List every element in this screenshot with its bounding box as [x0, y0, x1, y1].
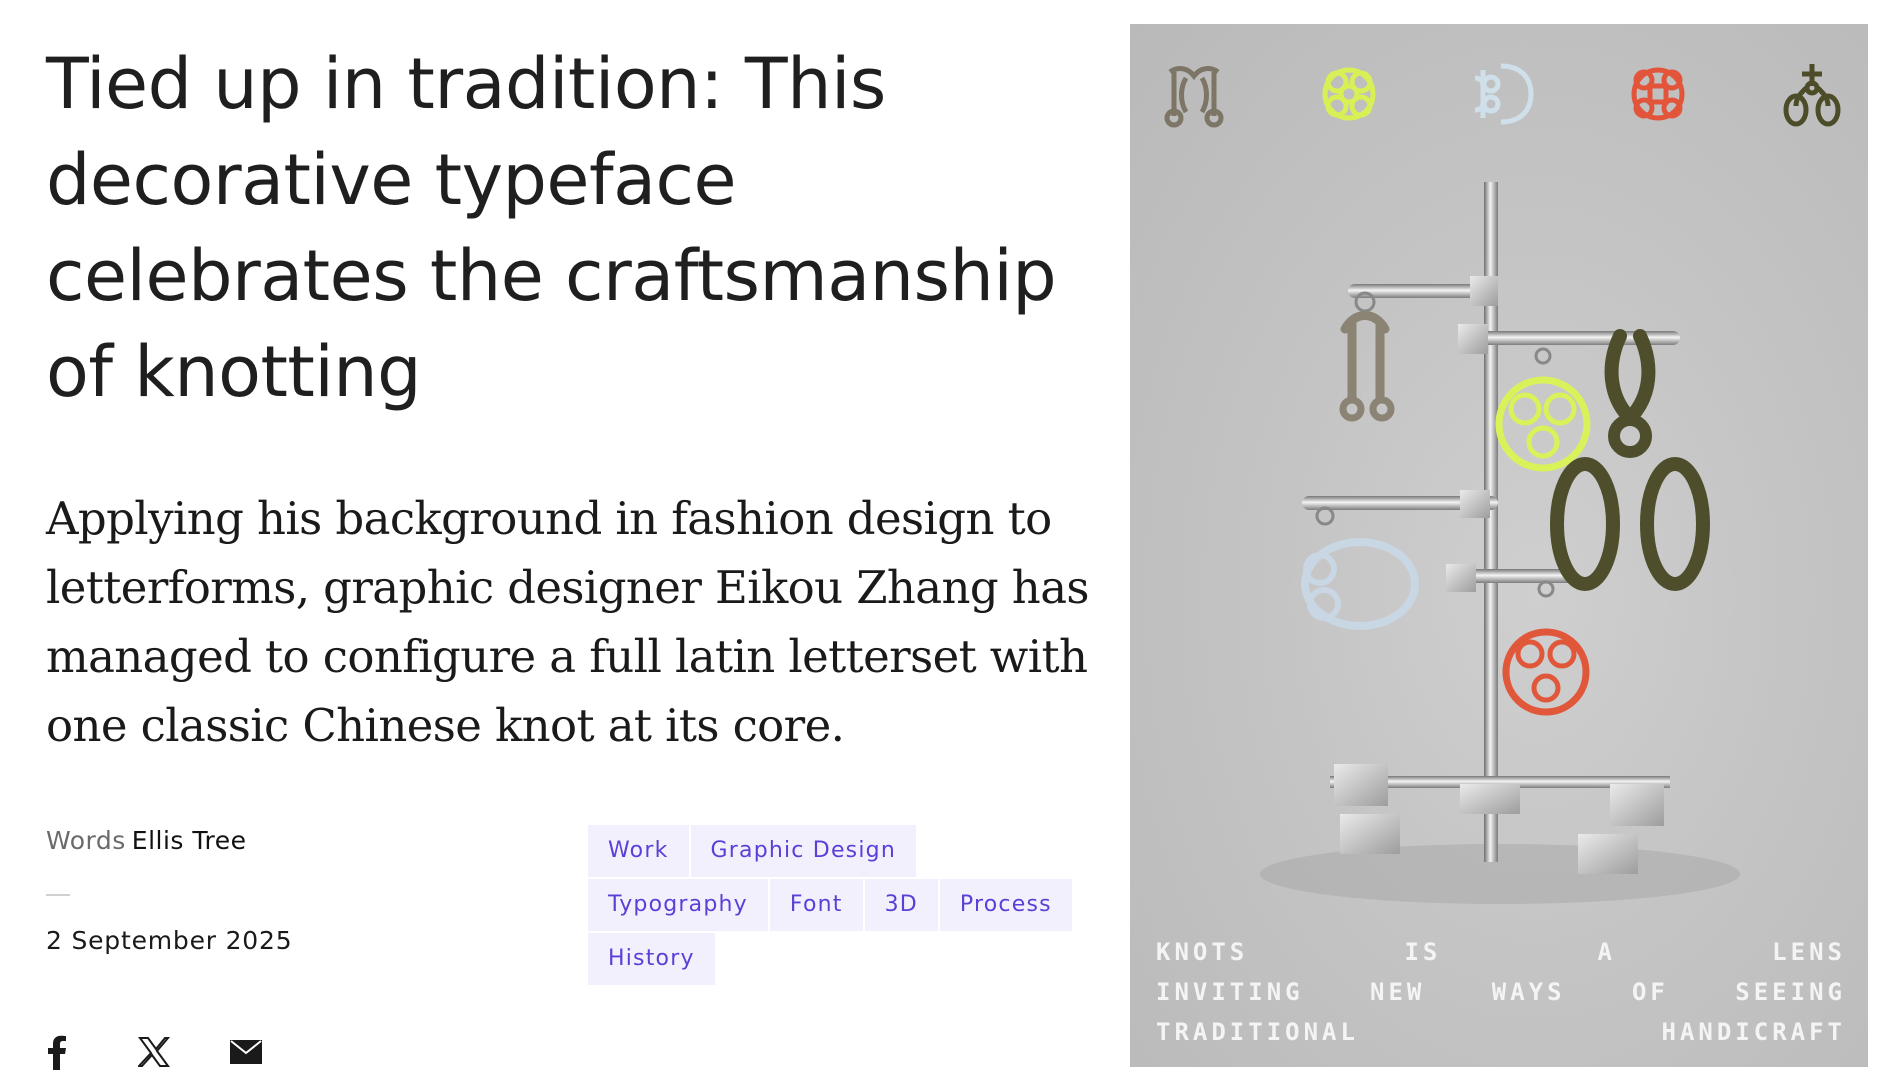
- article-headline: Tied up in tradition: This decorative ty…: [46, 43, 1057, 413]
- poster-line-2: inviting new ways of seeing: [1156, 972, 1846, 1012]
- publish-date: 2 September 2025: [46, 926, 293, 955]
- tag-list: Work Graphic Design Typography Font 3D P…: [588, 825, 1088, 987]
- poster-word: ways: [1491, 978, 1566, 1006]
- tag-font[interactable]: Font: [769, 879, 863, 931]
- article-header: Tied up in tradition: This decorative ty…: [46, 36, 1096, 420]
- tag-work[interactable]: Work: [588, 825, 689, 877]
- mail-icon: [230, 1040, 262, 1064]
- poster-line-1: Knots is a lens: [1156, 932, 1846, 972]
- tag-3d[interactable]: 3D: [864, 879, 938, 931]
- poster-word: of: [1631, 978, 1669, 1006]
- share-mail-button[interactable]: [230, 1030, 322, 1074]
- poster-word: new: [1370, 978, 1426, 1006]
- x-icon: [138, 1037, 170, 1067]
- author-link[interactable]: Ellis Tree: [132, 826, 247, 855]
- poster-word: handicraft: [1661, 1018, 1846, 1046]
- byline: Words Ellis Tree: [46, 826, 247, 855]
- article-standfirst: Applying his background in fashion desig…: [46, 492, 1090, 752]
- poster-word: inviting: [1156, 978, 1304, 1006]
- facebook-icon: [48, 1035, 66, 1070]
- article-hero-image: Knots is a lens inviting new ways of see…: [1130, 24, 1868, 1067]
- poster-word: lens: [1772, 938, 1846, 966]
- poster-word: a: [1597, 938, 1616, 966]
- share-bar: [46, 1030, 322, 1074]
- knot-display-stand: [1260, 182, 1740, 904]
- share-x-button[interactable]: [138, 1030, 230, 1074]
- poster-word: seeing: [1735, 978, 1846, 1006]
- tag-history[interactable]: History: [588, 933, 715, 985]
- tag-graphic-design[interactable]: Graphic Design: [690, 825, 916, 877]
- tag-process[interactable]: Process: [939, 879, 1072, 931]
- share-facebook-button[interactable]: [46, 1030, 138, 1074]
- byline-label: Words: [46, 826, 126, 855]
- poster-word: traditional: [1156, 1018, 1359, 1046]
- poster-word: is: [1404, 938, 1442, 966]
- tag-typography[interactable]: Typography: [588, 879, 768, 931]
- poster-caption: Knots is a lens inviting new ways of see…: [1156, 932, 1846, 1052]
- poster-line-3: traditional handicraft: [1156, 1012, 1846, 1052]
- poster-word: Knots: [1156, 938, 1249, 966]
- divider: [46, 894, 70, 896]
